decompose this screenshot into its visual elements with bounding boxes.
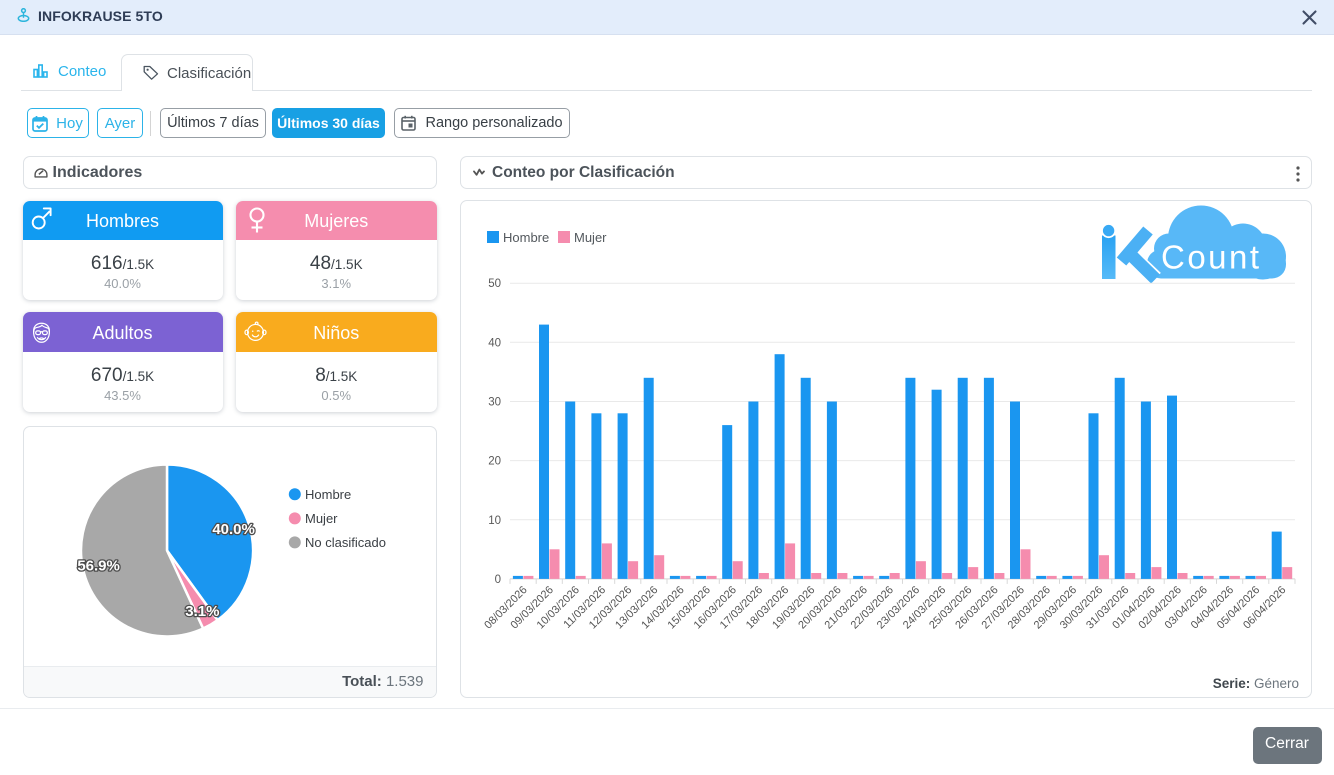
svg-text:Serie: Género: Serie: Género [1213,676,1299,691]
svg-text:Hombre: Hombre [503,230,549,245]
svg-text:56.9%: 56.9% [77,558,120,575]
svg-text:Hombre: Hombre [305,487,351,502]
svg-text:40: 40 [488,337,501,349]
svg-text:30: 30 [488,396,501,408]
svg-text:40.0%: 40.0% [212,521,255,538]
svg-text:Mujer: Mujer [574,230,607,245]
svg-text:Count: Count [1161,238,1262,275]
svg-text:No clasificado: No clasificado [305,535,386,550]
svg-text:Mujer: Mujer [305,511,338,526]
svg-text:50: 50 [488,278,501,290]
svg-text:20: 20 [488,455,501,467]
svg-text:3.1%: 3.1% [185,603,219,620]
svg-text:0: 0 [495,573,501,585]
svg-text:10: 10 [488,514,501,526]
